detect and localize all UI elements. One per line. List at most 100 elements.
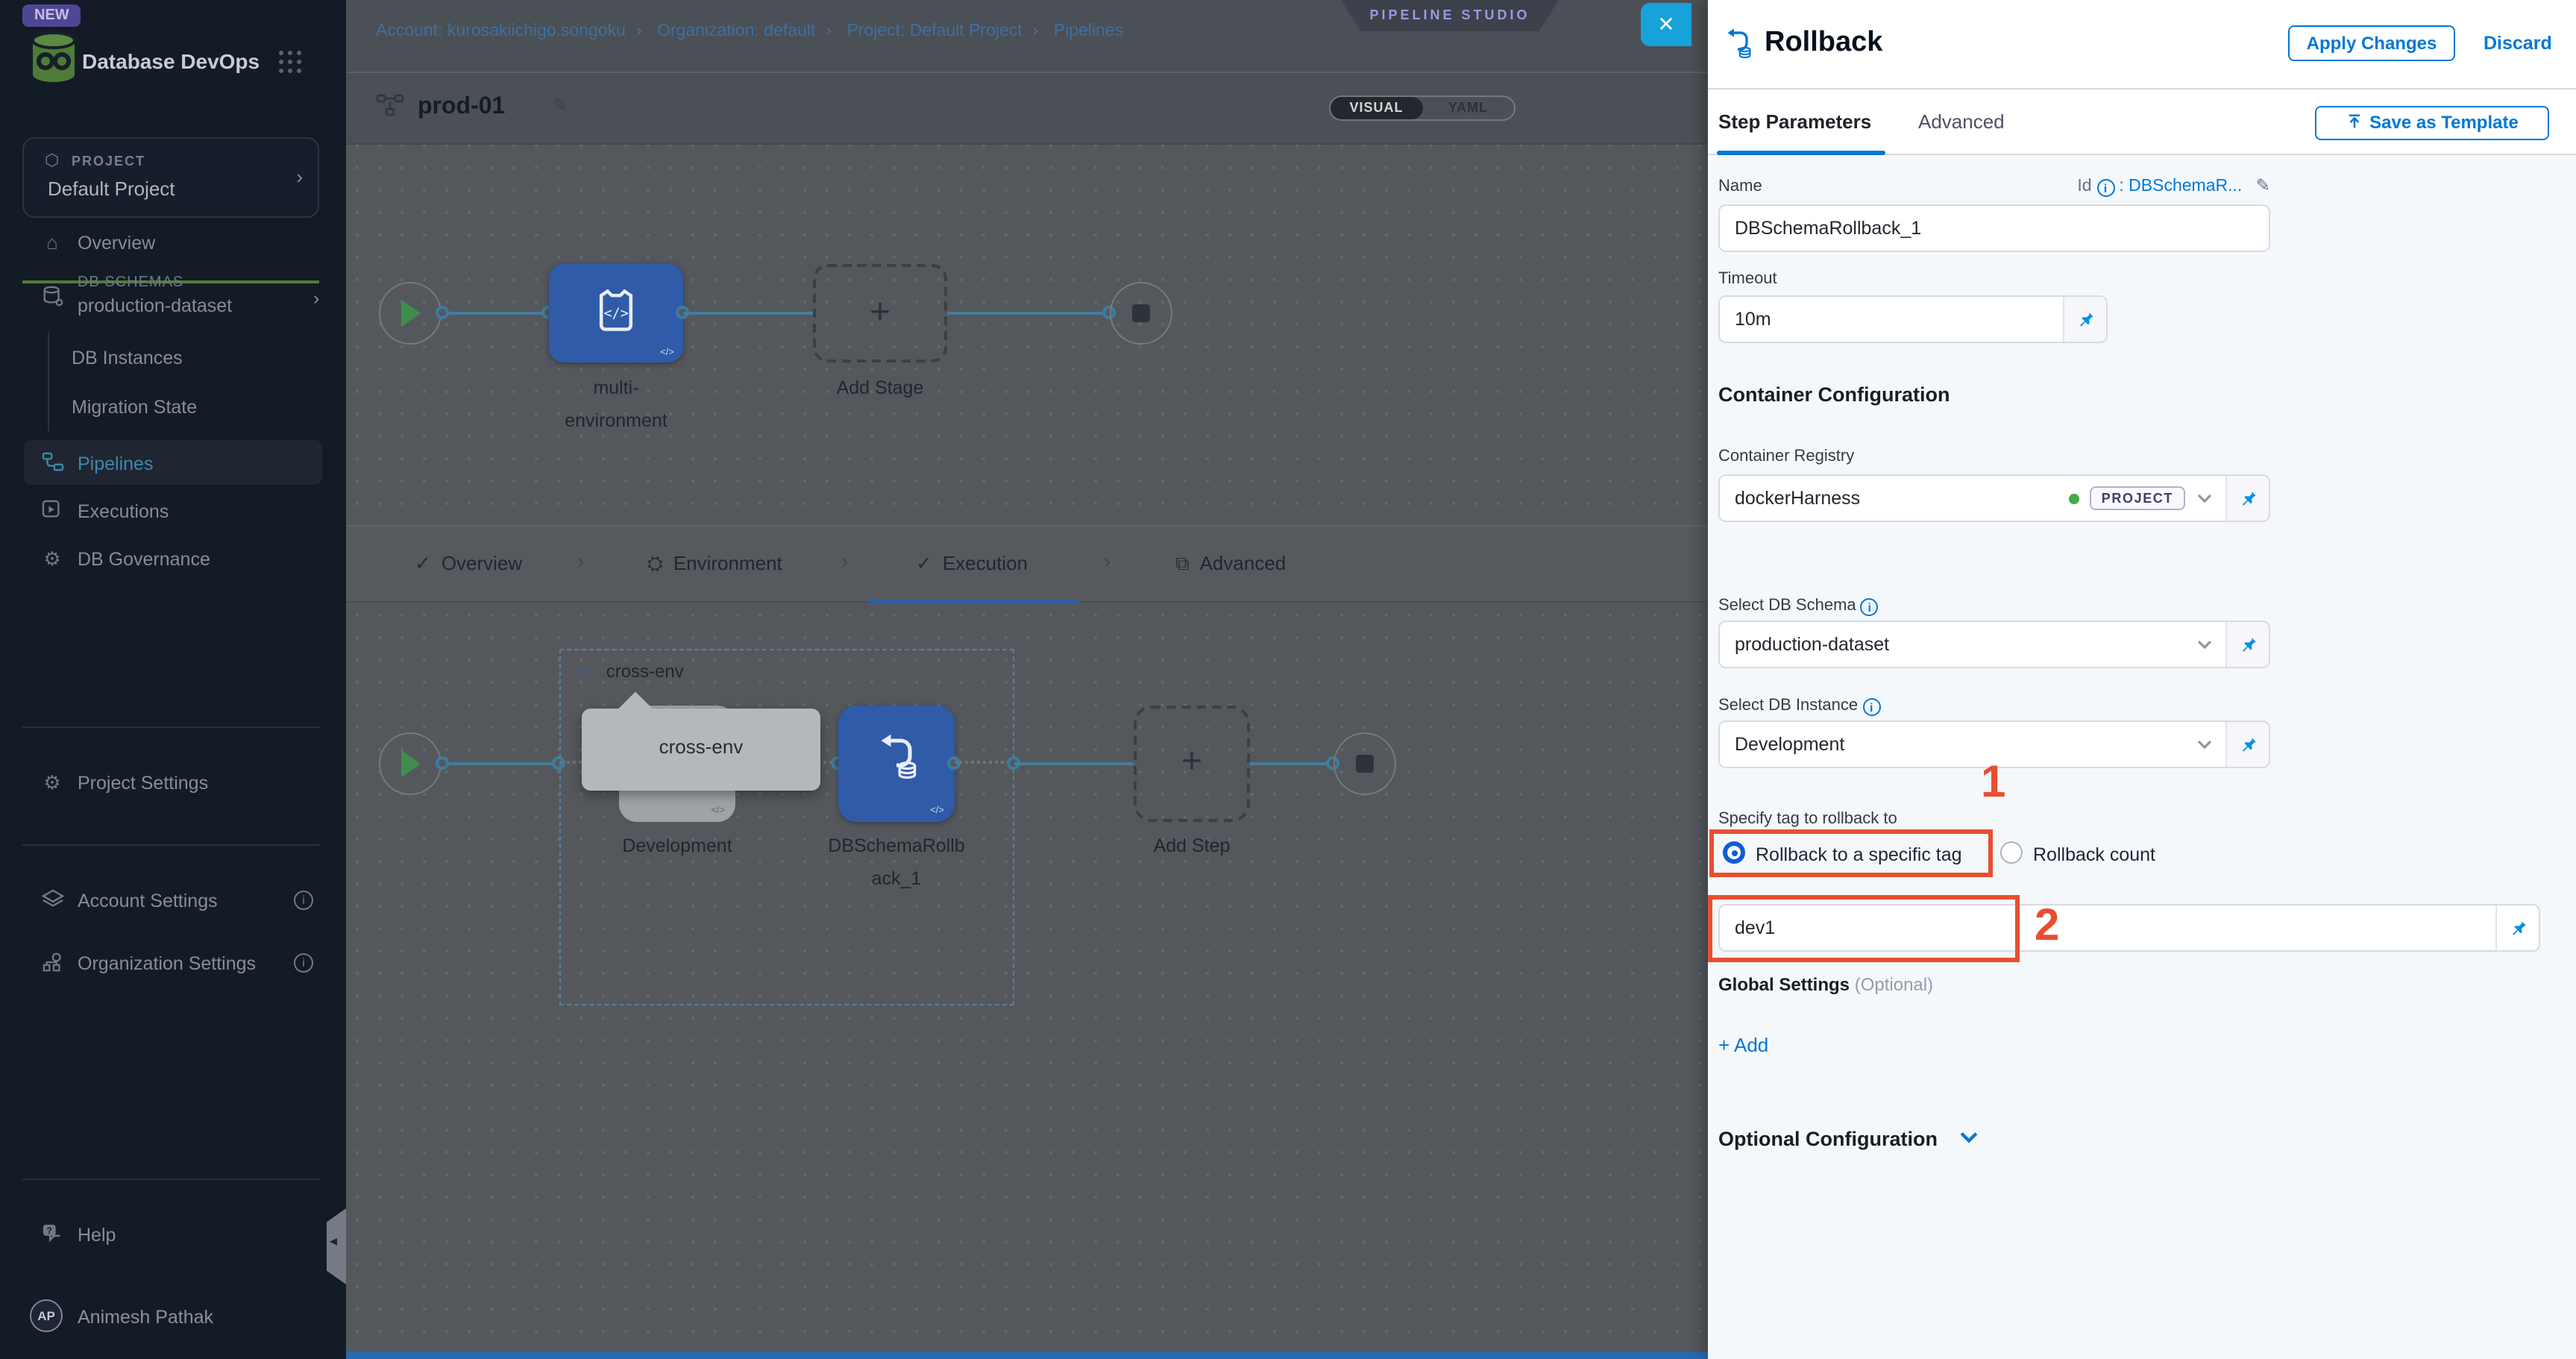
add-stage-node[interactable]: + [813,264,947,362]
step-id-row: Id i : DBSchemaR... ✎ [1972,175,2270,197]
radio-rollback-count-label[interactable]: Rollback count [2033,844,2155,865]
step-label-development: Development [580,829,774,862]
stage-node-multi-environment[interactable]: </> </> [549,264,683,362]
info-icon: i [294,891,313,910]
discard-button[interactable]: Discard [2484,33,2552,54]
group-label: − cross-env [579,661,684,682]
edit-pencil-icon[interactable]: ✎ [552,94,568,118]
edge [442,312,549,315]
save-as-template-button[interactable]: Save as Template [2315,106,2549,140]
sidebar-item-db-schemas[interactable]: DB SCHEMAS production-dataset › [0,273,346,336]
plus-icon: + [1137,741,1247,783]
annotation-number-2: 2 [2035,901,2059,952]
db-schema-select[interactable]: production-dataset [1718,621,2270,668]
project-selector-label: PROJECT [72,154,145,169]
add-step-label: Add Step [1095,829,1289,862]
runtime-pin-icon[interactable] [2225,622,2269,667]
timeout-input[interactable]: 10m [1718,295,2108,343]
container-registry-label: Container Registry [1718,448,1854,465]
annotation-box-2 [1708,895,2020,962]
sidebar-item-organization-settings[interactable]: Organization Settings i [0,952,346,991]
sidebar-item-account-settings[interactable]: Account Settings i [0,889,346,928]
sidebar-item-migration-state[interactable]: Migration State [0,395,346,434]
layers-gear-icon [39,889,66,914]
edge [947,312,1110,315]
project-cube-icon: ⬡ [45,151,59,170]
stop-icon [1356,755,1374,773]
sidebar: NEW Database DevOps ⬡ PROJECT Default Pr… [0,0,346,1359]
edge [683,312,813,315]
new-badge: NEW [22,4,81,27]
drawer-tabs: Step Parameters Advanced Save as Templat… [1708,90,2576,155]
sidebar-item-executions[interactable]: Executions [0,500,346,539]
breadcrumb-pipelines[interactable]: Pipelines [1054,22,1123,40]
sidebar-item-help[interactable]: ? Help [0,1223,346,1262]
code-badge-icon: </> [930,806,944,816]
tab-environment[interactable]: ⛭Environment [647,552,782,576]
chevron-down-icon[interactable] [2196,489,2214,507]
divider [22,1178,319,1180]
chevron-right-icon: › [313,288,319,309]
step-node-dbschemarollback[interactable]: </> [838,706,955,822]
database-devops-logo-icon[interactable] [25,28,82,92]
project-selector[interactable]: ⬡ PROJECT Default Project › [22,137,319,218]
sidebar-item-pipelines[interactable]: Pipelines [0,452,346,491]
breadcrumb-bar: Account: kurosakiichigo.songoku› Organiz… [346,0,1708,73]
tab-execution[interactable]: ✓Execution [916,552,1028,576]
tab-overview[interactable]: ✓Overview [415,552,522,576]
pipeline-end-node [1110,282,1172,345]
runtime-pin-icon[interactable] [2225,476,2269,521]
radio-rollback-count[interactable] [2000,841,2023,864]
breadcrumb-account[interactable]: Account: kurosakiichigo.songoku [376,22,626,40]
apply-changes-button[interactable]: Apply Changes [2288,25,2455,61]
sidebar-item-db-governance[interactable]: ⚙ DB Governance [0,547,346,586]
drawer-title: Rollback [1765,27,1882,60]
tab-advanced[interactable]: ⧉Advanced [1175,552,1286,576]
avatar[interactable]: AP [30,1299,63,1332]
runtime-pin-icon[interactable] [2063,297,2106,342]
chevron-down-icon[interactable] [2196,635,2214,653]
tab-step-parameters[interactable]: Step Parameters [1718,110,1871,133]
sidebar-item-project-settings[interactable]: ⚙ Project Settings [0,771,346,810]
tab-step-advanced[interactable]: Advanced [1918,110,2005,133]
rollback-step-icon [1720,25,1756,69]
name-input[interactable]: DBSchemaRollback_1 [1718,204,2270,252]
add-global-setting-link[interactable]: + Add [1718,1034,1768,1056]
annotation-number-1: 1 [1981,758,2005,809]
info-icon: i [1862,698,1880,716]
container-registry-input[interactable]: dockerHarness PROJECT [1718,474,2270,522]
specify-tag-label: Specify tag to rollback to [1718,810,1897,828]
breadcrumb-project[interactable]: Project: Default Project [846,22,1022,40]
edge [1250,762,1333,765]
runtime-pin-icon[interactable] [2225,722,2269,767]
gear-icon: ⚙ [39,547,66,571]
pipeline-studio-badge: PIPELINE STUDIO [1341,0,1559,31]
optional-configuration-toggle[interactable]: Optional Configuration [1718,1128,1979,1150]
app-viewport: NEW Database DevOps ⬡ PROJECT Default Pr… [0,0,2576,1359]
step-label-rollback: DBSchemaRollback_1 [799,829,993,895]
stage-label: multi-environment [519,371,713,437]
close-drawer-button[interactable]: ✕ [1641,3,1691,46]
play-icon [401,750,421,777]
collapse-group-icon[interactable]: − [579,661,589,682]
sidebar-item-db-instances[interactable]: DB Instances [0,346,346,385]
breadcrumb-organization[interactable]: Organization: default [657,22,815,40]
pipeline-title-bar: prod-01 ✎ VISUAL YAML [346,73,1708,145]
sidebar-item-overview[interactable]: ⌂ Overview [0,231,346,270]
chevron-down-icon[interactable] [2196,735,2214,753]
user-name[interactable]: Animesh Pathak [78,1307,213,1328]
chevron-down-icon [1958,1129,1979,1146]
module-grid-icon[interactable] [279,51,303,75]
info-icon: i [1861,598,1879,616]
code-badge-icon: </> [711,806,725,816]
play-icon [401,300,421,327]
runtime-pin-icon[interactable] [2495,906,2539,950]
edit-id-pencil-icon[interactable]: ✎ [2256,178,2270,195]
visual-yaml-toggle: VISUAL YAML [1329,95,1515,121]
add-step-node[interactable]: + [1134,706,1250,822]
toggle-visual[interactable]: VISUAL [1331,97,1422,119]
gear-icon: ⚙ [39,771,66,795]
annotation-box-1 [1709,829,1993,877]
connector-status-dot [2069,493,2079,503]
toggle-yaml[interactable]: YAML [1422,97,1514,119]
